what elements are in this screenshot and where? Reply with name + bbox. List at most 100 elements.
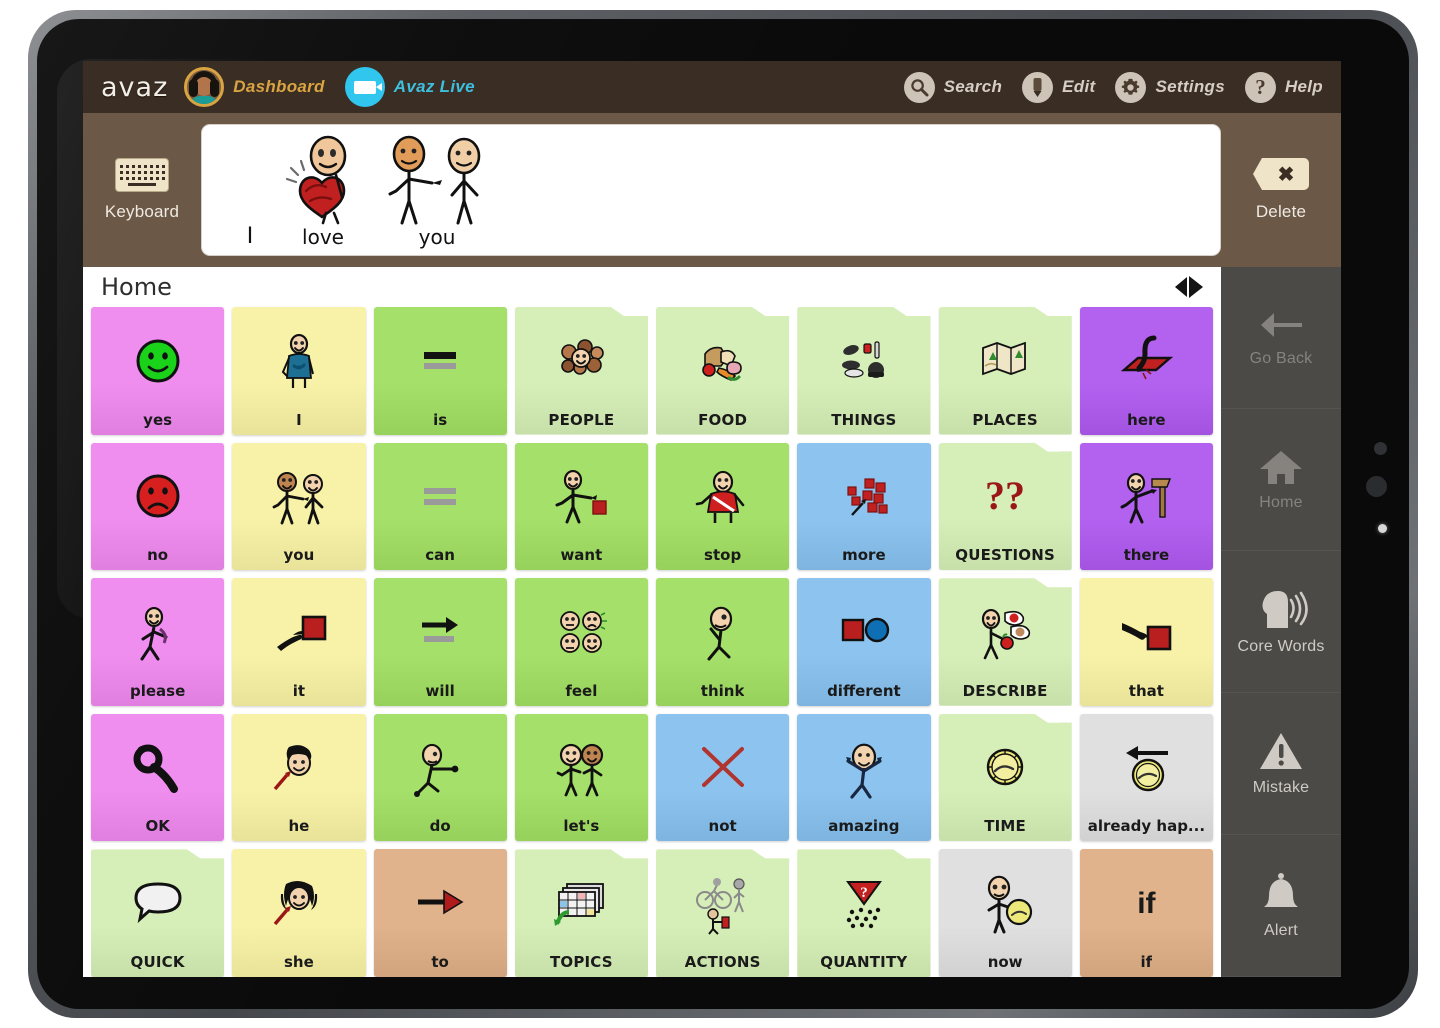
nav-item-help[interactable]: ? Help [1244, 71, 1323, 103]
board-cell-he[interactable]: he [232, 713, 366, 842]
svg-text:??: ?? [985, 473, 1025, 518]
board-cell-label: QUESTIONS [955, 546, 1055, 565]
toolbar-item-go-back[interactable]: Go Back [1221, 267, 1341, 409]
toolbar-item-alert[interactable]: Alert [1221, 835, 1341, 977]
board-cell-here[interactable]: here [1079, 307, 1213, 435]
double-gray-bar-icon [374, 443, 507, 547]
toolbar-item-core-words[interactable]: Core Words [1221, 551, 1341, 693]
board-cell-no[interactable]: no [91, 442, 225, 571]
board-cell-label: DESCRIBE [962, 681, 1048, 700]
board-cell-that[interactable]: that [1079, 578, 1213, 706]
board-cell-label: is [433, 410, 448, 429]
board-cell-label: TOPICS [549, 952, 613, 971]
board-cell-let-s[interactable]: let's [514, 713, 648, 842]
sentence-display[interactable]: I love you [201, 124, 1221, 256]
board-cell-is[interactable]: is [373, 307, 507, 435]
board-cell-label: to [431, 952, 449, 971]
nav-item-avaz-live[interactable]: Avaz Live [344, 67, 475, 107]
board-cell-label: he [288, 817, 310, 836]
board-cell-label: now [987, 952, 1023, 971]
cyclist-walker-icon [656, 849, 789, 953]
sentence-word[interactable]: love [272, 131, 374, 249]
pointing-down-mat-icon [1080, 307, 1213, 411]
board-cell-label: please [129, 681, 186, 700]
toolbar-item-home[interactable]: Home [1221, 409, 1341, 551]
board-cell-topics[interactable]: TOPICS [514, 849, 648, 977]
person-self-icon [232, 307, 365, 411]
delete-button[interactable]: ✖ Delete [1221, 158, 1341, 222]
board-cell-please[interactable]: please [91, 578, 225, 706]
board-cell-people[interactable]: PEOPLE [514, 307, 648, 435]
board-cell-amazing[interactable]: amazing [797, 713, 931, 842]
board-cell-describe[interactable]: DESCRIBE [938, 578, 1072, 706]
objects-icon [797, 307, 930, 411]
board-cell-can[interactable]: can [373, 442, 507, 571]
board-cell-already-hap[interactable]: already hap... [1079, 713, 1213, 842]
two-people-icon [515, 714, 648, 818]
pencil-icon [1022, 71, 1054, 103]
board-cell-time[interactable]: TIME [938, 713, 1072, 842]
page-prev-arrow[interactable] [1175, 277, 1187, 297]
board-cell-do[interactable]: do [373, 713, 507, 842]
clock-icon [939, 714, 1072, 818]
board-cell-ok[interactable]: OK [91, 713, 225, 842]
nav-label-search: Search [943, 77, 1003, 96]
girl-face-arrow-icon [232, 849, 365, 953]
nav-item-dashboard[interactable]: Dashboard [184, 67, 325, 107]
board-cell-she[interactable]: she [232, 849, 366, 977]
board-cell-quantity[interactable]: ? QUANTITY [797, 849, 931, 977]
board-cell-think[interactable]: think [656, 578, 790, 706]
board-cell-to[interactable]: to [373, 849, 507, 977]
board-cell-actions[interactable]: ACTIONS [656, 849, 790, 977]
board-cell-want[interactable]: want [514, 442, 648, 571]
board-cell-more[interactable]: more [797, 442, 931, 571]
person-pointing-at-person-icon [382, 135, 492, 225]
board-cell-label: let's [563, 817, 600, 836]
toolbar-item-mistake[interactable]: Mistake [1221, 693, 1341, 835]
speaking-head-icon [1257, 588, 1308, 630]
board-cell-label: more [842, 546, 886, 565]
board-cell-yes[interactable]: yes [91, 307, 225, 435]
board-cell-feel[interactable]: feel [514, 578, 648, 706]
board-cell-label: amazing [828, 817, 900, 836]
board-cell-if[interactable]: if if [1079, 849, 1213, 977]
board-cell-label: stop [704, 546, 742, 565]
nav-item-edit[interactable]: Edit [1022, 71, 1095, 103]
board-cell-now[interactable]: now [938, 849, 1072, 977]
board-cell-label: THINGS [831, 410, 897, 429]
board-cell-will[interactable]: will [373, 578, 507, 706]
board-cell-food[interactable]: FOOD [656, 307, 790, 435]
video-camera-icon [344, 67, 385, 107]
board-cell-quick[interactable]: QUICK [91, 849, 225, 977]
board-cell-places[interactable]: PLACES [938, 307, 1072, 435]
clock-back-arrow-icon [1080, 714, 1213, 818]
sentence-word[interactable]: you [374, 131, 500, 249]
board-cell-not[interactable]: not [656, 713, 790, 842]
person-doing-icon [374, 714, 507, 818]
sentence-word[interactable]: I [228, 131, 272, 249]
nav-label-dashboard: Dashboard [233, 77, 325, 96]
board-cell-label: will [425, 681, 455, 700]
four-faces-icon [515, 578, 648, 682]
board-cell-different[interactable]: different [797, 578, 931, 706]
board-cell-i[interactable]: I [232, 307, 366, 435]
keyboard-button[interactable]: Keyboard [83, 158, 201, 222]
board-cell-you[interactable]: you [232, 442, 366, 571]
board-cell-there[interactable]: there [1079, 442, 1213, 571]
board-area: Home yes Iis PEOPLE FOOD THINGS PLACES here no y… [83, 267, 1341, 977]
board-cell-label: it [292, 681, 306, 700]
nav-item-search[interactable]: Search [903, 71, 1003, 103]
toolbar-item-label: Alert [1264, 921, 1298, 939]
hand-pointing-box-icon [232, 578, 365, 682]
board-cell-stop[interactable]: stop [656, 442, 790, 571]
sentence-word-label: you [418, 225, 456, 249]
board-cell-questions[interactable]: ?? QUESTIONS [938, 442, 1072, 571]
page-next-arrow[interactable] [1189, 276, 1203, 298]
nav-item-settings[interactable]: Settings [1115, 71, 1225, 103]
board-cell-label: if [1140, 952, 1153, 971]
board-cell-label: FOOD [698, 410, 748, 429]
board-cell-things[interactable]: THINGS [797, 307, 931, 435]
board-cell-it[interactable]: it [232, 578, 366, 706]
speech-bubble-icon [91, 849, 224, 953]
arrow-right-red-icon [374, 849, 507, 953]
